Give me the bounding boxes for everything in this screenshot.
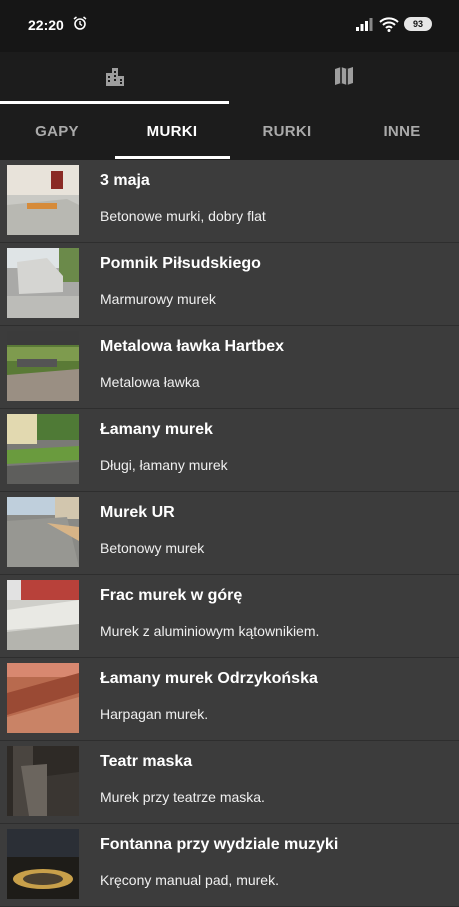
spot-description: Metalowa ławka xyxy=(100,374,200,390)
category-tabs: GAPY MURKI RURKI INNE xyxy=(0,108,459,160)
spot-description: Betonowy murek xyxy=(100,540,205,556)
map-icon xyxy=(332,64,356,93)
sub-tab-indicator xyxy=(115,156,230,159)
spot-description: Murek przy teatrze maska. xyxy=(100,789,265,805)
list-item[interactable]: Metalowa ławka Hartbex Metalowa ławka xyxy=(0,326,459,409)
spot-description: Betonowe murki, dobry flat xyxy=(100,208,266,224)
app-header: GAPY MURKI RURKI INNE xyxy=(0,52,459,160)
spot-photo xyxy=(7,165,79,235)
wifi-icon xyxy=(379,16,399,37)
spot-title: Frac murek w górę xyxy=(100,587,243,604)
spot-description: Kręcony manual pad, murek. xyxy=(100,872,279,888)
spot-description: Harpagan murek. xyxy=(100,706,209,722)
list-item[interactable]: Łamany murek Odrzykońska Harpagan murek. xyxy=(0,658,459,741)
spot-title: Murek UR xyxy=(100,504,175,521)
spot-title: Łamany murek Odrzykońska xyxy=(100,670,318,687)
spot-title: Teatr maska xyxy=(100,753,193,770)
tab-inne[interactable]: INNE xyxy=(345,108,459,160)
tab-city[interactable] xyxy=(0,52,229,104)
spot-list: 3 maja Betonowe murki, dobry flat Pomnik… xyxy=(0,160,459,907)
alarm-icon xyxy=(72,15,88,36)
list-item[interactable]: Teatr maska Murek przy teatrze maska. xyxy=(0,741,459,824)
spot-photo xyxy=(7,829,79,899)
spot-title: Pomnik Piłsudskiego xyxy=(100,255,261,272)
city-icon xyxy=(103,64,127,93)
list-item[interactable]: Pomnik Piłsudskiego Marmurowy murek xyxy=(0,243,459,326)
spot-photo xyxy=(7,663,79,733)
list-item[interactable]: Murek UR Betonowy murek xyxy=(0,492,459,575)
list-item[interactable]: Frac murek w górę Murek z aluminiowym ką… xyxy=(0,575,459,658)
battery-indicator: 93 xyxy=(404,17,432,31)
top-tab-indicator xyxy=(0,101,229,104)
list-item[interactable]: 3 maja Betonowe murki, dobry flat xyxy=(0,160,459,243)
spot-description: Długi, łamany murek xyxy=(100,457,228,473)
status-bar: 22:20 93 xyxy=(0,0,459,52)
spot-photo xyxy=(7,746,79,816)
spot-photo xyxy=(7,497,79,567)
spot-photo xyxy=(7,248,79,318)
spot-photo xyxy=(7,414,79,484)
spot-description: Marmurowy murek xyxy=(100,291,216,307)
signal-icon xyxy=(355,17,373,36)
list-item[interactable]: Fontanna przy wydziale muzyki Kręcony ma… xyxy=(0,824,459,907)
tab-map[interactable] xyxy=(229,52,458,104)
spot-description: Murek z aluminiowym kątownikiem. xyxy=(100,623,320,639)
spot-photo xyxy=(7,331,79,401)
spot-title: 3 maja xyxy=(100,172,150,189)
status-time: 22:20 xyxy=(28,17,64,33)
spot-title: Metalowa ławka Hartbex xyxy=(100,338,285,355)
tab-murki[interactable]: MURKI xyxy=(115,108,229,160)
tab-rurki[interactable]: RURKI xyxy=(230,108,344,160)
spot-photo xyxy=(7,580,79,650)
spot-title: Fontanna przy wydziale muzyki xyxy=(100,836,339,853)
list-item[interactable]: Łamany murek Długi, łamany murek xyxy=(0,409,459,492)
tab-gapy[interactable]: GAPY xyxy=(0,108,114,160)
spot-title: Łamany murek xyxy=(100,421,213,438)
